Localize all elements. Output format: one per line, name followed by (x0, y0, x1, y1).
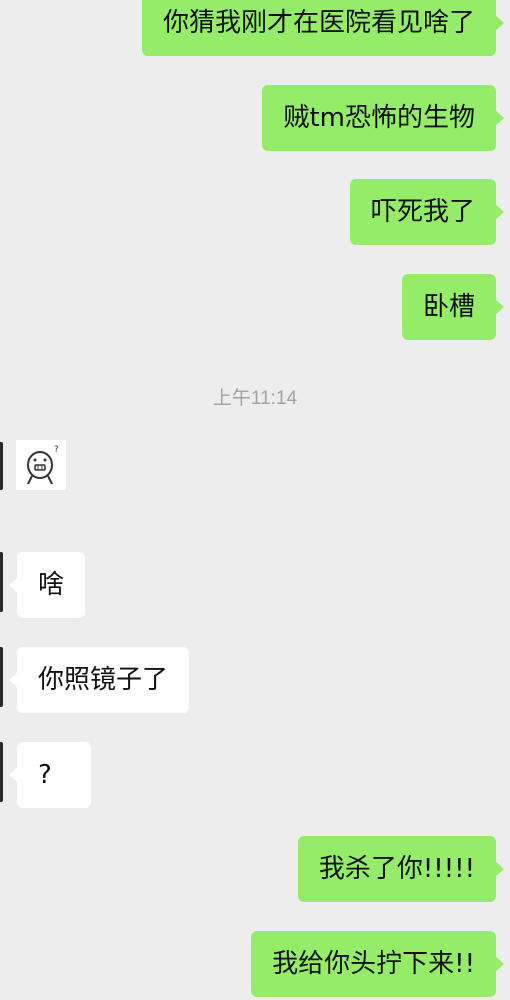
incoming-message-bubble[interactable]: ? (9, 742, 91, 808)
chat-timestamp: 上午11:14 (212, 388, 298, 409)
outgoing-message-bubble[interactable]: 卧槽 (401, 274, 505, 340)
outgoing-message-bubble[interactable]: 你猜我刚才在医院看见啥了 (141, 0, 505, 56)
contact-avatar[interactable] (0, 647, 3, 707)
incoming-message-bubble[interactable]: 你照镜子了 (8, 647, 190, 713)
confused-face-sticker-icon[interactable]: ? (16, 440, 66, 490)
outgoing-message-bubble[interactable]: 贼tm恐怖的生物 (262, 85, 504, 151)
contact-avatar[interactable] (0, 552, 3, 612)
sticker-question-mark: ? (54, 445, 59, 455)
outgoing-message-bubble[interactable]: 吓死我了 (349, 179, 505, 245)
contact-avatar[interactable] (0, 442, 3, 490)
outgoing-message-bubble[interactable]: 我杀了你!!!!! (297, 836, 505, 902)
contact-avatar[interactable] (0, 742, 3, 802)
incoming-message-bubble[interactable]: 啥 (8, 552, 86, 618)
outgoing-message-bubble[interactable]: 我给你头拧下来!! (251, 931, 504, 997)
confused-face-sticker-icon-graphic: ? (27, 445, 59, 485)
